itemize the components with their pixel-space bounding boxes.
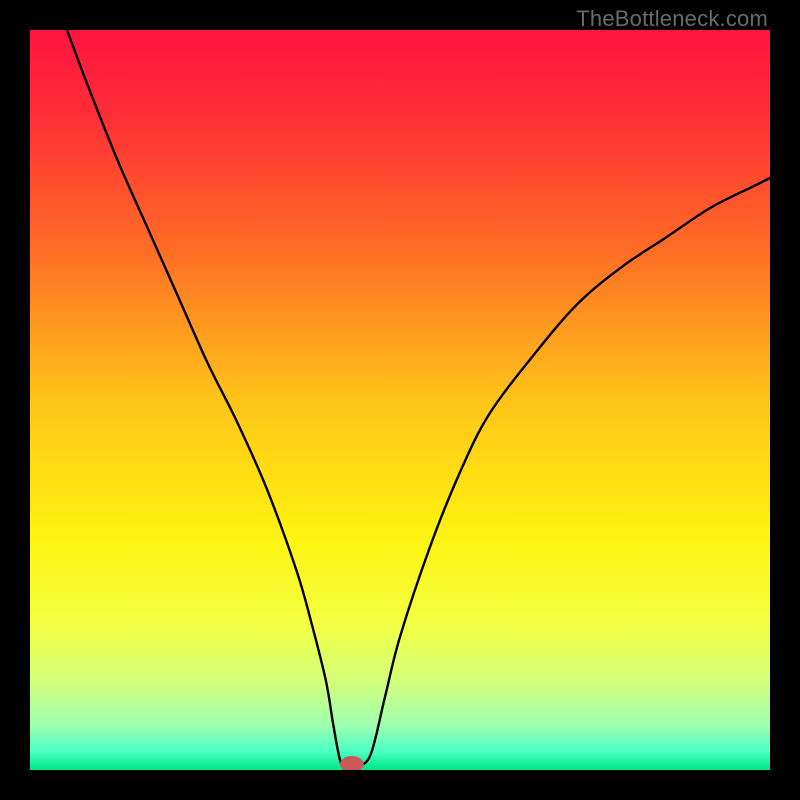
bottleneck-chart — [30, 30, 770, 770]
watermark-text: TheBottleneck.com — [576, 6, 768, 32]
gradient-background — [30, 30, 770, 770]
chart-frame: TheBottleneck.com — [0, 0, 800, 800]
plot-area — [30, 30, 770, 770]
